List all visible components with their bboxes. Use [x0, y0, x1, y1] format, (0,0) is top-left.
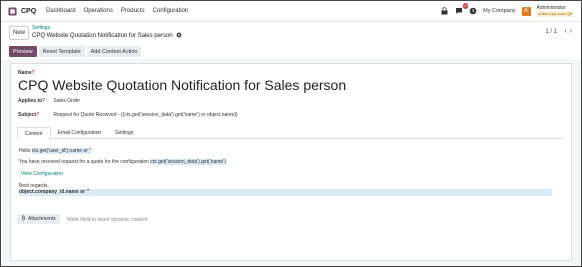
tab-settings[interactable]: Settings: [108, 127, 140, 138]
notification-badge: 2: [462, 3, 469, 9]
name-field[interactable]: CPQ Website Quotation Notification for S…: [18, 77, 346, 93]
breadcrumb-current-wrap: CPQ Website Quotation Notification for S…: [32, 32, 182, 41]
tab-content[interactable]: Content: [17, 127, 51, 140]
add-context-action-button[interactable]: Add Context Action: [86, 46, 142, 57]
name-label-text: Name: [18, 70, 32, 76]
chevron-right-icon[interactable]: ›: [570, 28, 575, 35]
subject-label-text: Subject: [18, 112, 37, 118]
breadcrumb-settings[interactable]: Settings: [32, 25, 182, 32]
message-suffix: .: [225, 159, 228, 165]
attachments-button[interactable]: Attachments: [17, 214, 60, 224]
greeting-prefix: Hello: [19, 148, 32, 154]
clock-icon[interactable]: [469, 7, 477, 15]
notebook-tabs: Content Email Configuration Settings: [17, 127, 563, 140]
attachments-label: Attachments: [28, 216, 56, 222]
action-bar: Preview Reset Template Add Context Actio…: [9, 46, 142, 57]
required-mark: ?: [42, 98, 46, 104]
company-switcher[interactable]: My Company: [483, 8, 515, 14]
navbar-right: 2 My Company A Administrator v18ee-cpq-c…: [441, 1, 573, 21]
name-label: Name?: [18, 70, 35, 76]
greeting-expression: ctx.get('user_id').name or '': [31, 148, 92, 154]
greeting-line[interactable]: Hello ctx.get('user_id').name or '': [19, 148, 92, 154]
subject-field[interactable]: Request for Quote Received - {{ctx.get('…: [53, 112, 237, 118]
app-logo-icon[interactable]: [7, 6, 17, 16]
menu-operations[interactable]: Operations: [84, 8, 113, 14]
menu-dashboard[interactable]: Dashboard: [46, 8, 75, 14]
subject-label: Subject?: [18, 112, 52, 118]
control-panel: New Settings CPQ Website Quotation Notif…: [1, 22, 581, 44]
user-avatar[interactable]: A: [521, 6, 531, 16]
user-menu[interactable]: Administrator v18ee-cpq-core-Q8: [536, 5, 573, 17]
window: CPQ Dashboard Operations Products Config…: [0, 0, 582, 267]
message-prefix: You have received request for a quote fo…: [19, 159, 151, 165]
required-mark: ?: [36, 112, 40, 118]
form-sheet: Name? CPQ Website Quotation Notification…: [10, 63, 572, 261]
subject-row: Subject? Request for Quote Received - {{…: [18, 112, 238, 118]
menu-configuration[interactable]: Configuration: [153, 8, 189, 14]
new-button[interactable]: New: [9, 26, 29, 40]
pager-value[interactable]: 1 / 1: [545, 29, 557, 35]
required-mark: ?: [31, 70, 35, 76]
applies-to-row: Applies to? Sales Order: [18, 98, 80, 104]
applies-to-field[interactable]: Sales Order: [53, 98, 80, 104]
applies-to-label-text: Applies to: [18, 98, 43, 104]
lock-icon[interactable]: [441, 7, 449, 15]
breadcrumb: Settings CPQ Website Quotation Notificat…: [32, 25, 182, 41]
preview-button[interactable]: Preview: [9, 46, 37, 57]
gear-icon[interactable]: [176, 32, 182, 41]
paperclip-icon: [21, 215, 26, 223]
view-configuration-link[interactable]: View Configuration: [21, 171, 63, 177]
menu-products[interactable]: Products: [121, 8, 145, 14]
company-expression[interactable]: object.company_id.name or '': [19, 189, 552, 196]
top-navbar: CPQ Dashboard Operations Products Config…: [1, 1, 581, 22]
applies-to-label: Applies to?: [18, 98, 52, 104]
database-name: v18ee-cpq-core-Q8: [536, 11, 573, 17]
pager-arrows: ‹›: [564, 28, 575, 35]
message-line[interactable]: You have received request for a quote fo…: [19, 159, 227, 165]
chat-icon[interactable]: 2: [455, 3, 469, 15]
app-name[interactable]: CPQ: [21, 8, 36, 15]
message-expression: ctx.get('session_data').get('name'): [150, 159, 226, 165]
editor-placeholder: Write /field to insert dynamic content: [67, 217, 148, 223]
tab-email-configuration[interactable]: Email Configuration: [51, 127, 109, 138]
reset-template-button[interactable]: Reset Template: [38, 46, 85, 57]
breadcrumb-current: CPQ Website Quotation Notification for S…: [32, 33, 173, 39]
